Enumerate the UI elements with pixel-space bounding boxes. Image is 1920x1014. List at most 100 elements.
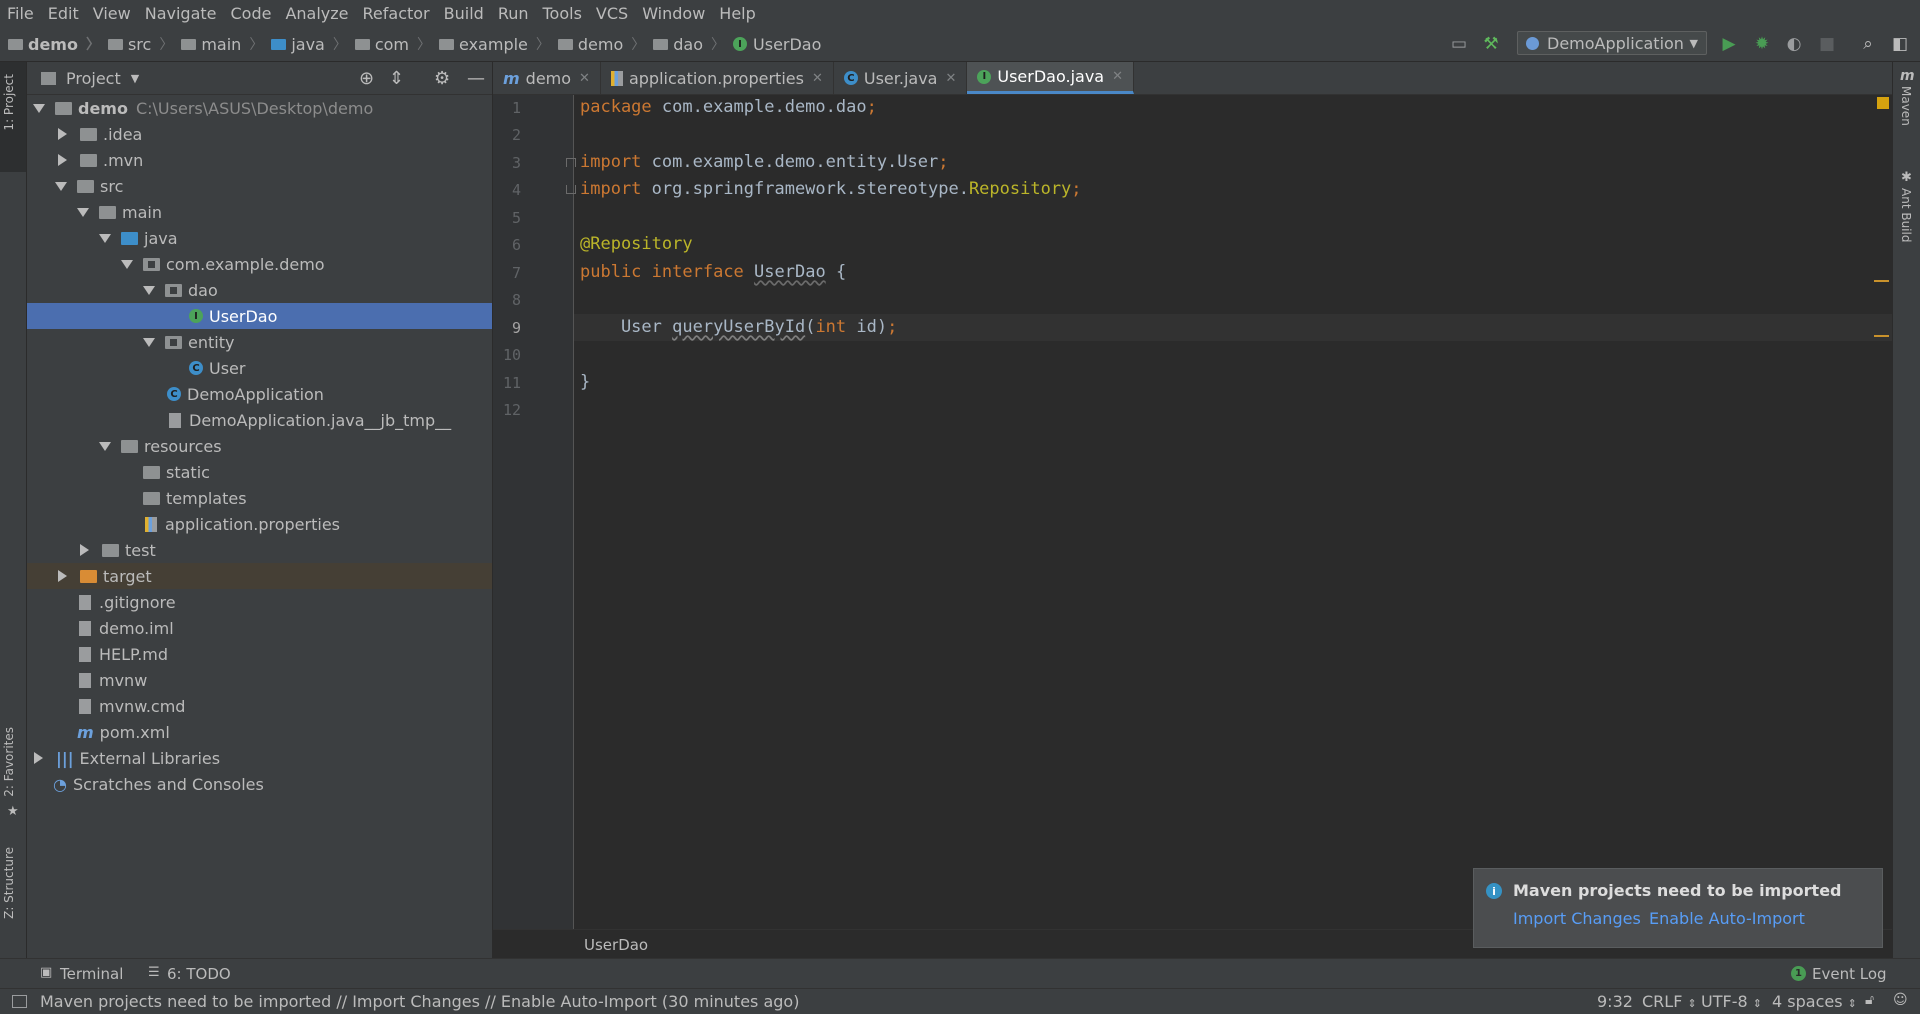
menu-analyze[interactable]: Analyze — [278, 0, 355, 27]
tree-item-idea[interactable]: .idea — [27, 121, 492, 147]
code-editor[interactable]: 1 2 3 4 5 6 7 8 9 10 11 12 package com.e… — [493, 95, 1892, 929]
inspector-icon[interactable]: ☺ — [1893, 992, 1908, 1008]
tree-item-demoapplication[interactable]: C DemoApplication — [27, 381, 492, 407]
toggle-tool-windows-icon[interactable] — [12, 995, 27, 1008]
collapse-all-icon[interactable]: ⇕ — [389, 68, 404, 89]
status-message[interactable]: Maven projects need to be imported // Im… — [40, 992, 799, 1011]
locate-icon[interactable]: ⊕ — [359, 68, 374, 89]
crumb-dao[interactable]: dao 〉 — [653, 34, 725, 54]
menu-navigate[interactable]: Navigate — [138, 0, 224, 27]
chevron-down-icon[interactable]: ▼ — [131, 72, 139, 85]
tree-item-test[interactable]: test — [27, 537, 492, 563]
fold-marker-icon[interactable] — [566, 158, 576, 167]
tree-item-external-libraries[interactable]: ||| External Libraries — [27, 745, 492, 771]
structure-crumb-userdao[interactable]: UserDao — [584, 936, 648, 954]
minimize-icon[interactable]: — — [467, 68, 485, 89]
project-view-title[interactable]: Project — [66, 69, 121, 88]
expand-arrow-icon[interactable] — [99, 233, 111, 243]
structure-tool-tab[interactable]: Z: Structure — [2, 847, 16, 919]
crumb-example[interactable]: example 〉 — [439, 34, 550, 54]
collapsed-arrow-icon[interactable] — [58, 570, 67, 582]
menu-vcs[interactable]: VCS — [589, 0, 635, 27]
tree-item-application-properties[interactable]: application.properties — [27, 511, 492, 537]
tree-item-target[interactable]: target — [27, 563, 492, 589]
tree-item-gitignore[interactable]: .gitignore — [27, 589, 492, 615]
crumb-src[interactable]: src 〉 — [107, 34, 173, 54]
warning-stripe-mark[interactable] — [1874, 335, 1889, 337]
tree-item-package-demo[interactable]: com.example.demo — [27, 251, 492, 277]
tab-application-properties[interactable]: application.properties ✕ — [601, 62, 834, 94]
close-icon[interactable]: ✕ — [579, 71, 590, 86]
project-structure-icon[interactable]: ▭ — [1449, 34, 1469, 54]
maven-tool-tab[interactable]: Maven — [1899, 86, 1913, 126]
menu-build[interactable]: Build — [437, 0, 491, 27]
tree-item-demo-iml[interactable]: demo.iml — [27, 615, 492, 641]
crumb-main[interactable]: main 〉 — [181, 34, 263, 54]
tree-item-resources[interactable]: resources — [27, 433, 492, 459]
run-configuration-select[interactable]: DemoApplication ▼ — [1517, 31, 1707, 55]
tree-item-mvn[interactable]: .mvn — [27, 147, 492, 173]
crumb-userdao[interactable]: I UserDao — [733, 35, 821, 54]
file-encoding[interactable]: UTF-8 ⇕ — [1701, 992, 1762, 1011]
close-icon[interactable]: ✕ — [812, 71, 823, 86]
tree-item-help-md[interactable]: HELP.md — [27, 641, 492, 667]
tree-item-dao[interactable]: dao — [27, 277, 492, 303]
terminal-tool-tab[interactable]: Terminal — [60, 965, 123, 983]
debug-icon[interactable]: ✹ — [1752, 34, 1772, 54]
expand-arrow-icon[interactable] — [77, 207, 89, 217]
search-icon[interactable]: ⌕ — [1858, 34, 1878, 54]
tree-item-userdao[interactable]: I UserDao — [27, 303, 492, 329]
gear-icon[interactable]: ⚙ — [434, 68, 450, 89]
crumb-demo[interactable]: demo 〉 — [8, 34, 100, 54]
build-hammer-icon[interactable]: ⚒ — [1481, 34, 1501, 54]
stop-icon[interactable]: ■ — [1817, 34, 1837, 54]
line-separator[interactable]: CRLF ⇕ — [1642, 992, 1697, 1011]
menu-view[interactable]: View — [86, 0, 138, 27]
todo-tool-tab[interactable]: 6: TODO — [167, 965, 231, 983]
coverage-icon[interactable]: ◐ — [1784, 34, 1804, 54]
run-icon[interactable]: ▶ — [1719, 34, 1739, 54]
collapsed-arrow-icon[interactable] — [58, 154, 67, 166]
import-changes-link[interactable]: Import Changes — [1513, 909, 1641, 928]
event-log-tool-tab[interactable]: Event Log — [1812, 965, 1887, 983]
favorites-tool-tab[interactable]: 2: Favorites — [2, 727, 16, 797]
tree-item-tmpfile[interactable]: DemoApplication.java__jb_tmp__ — [27, 407, 492, 433]
tree-item-pom-xml[interactable]: m pom.xml — [27, 719, 492, 745]
ant-build-tool-tab[interactable]: Ant Build — [1899, 188, 1913, 242]
menu-file[interactable]: File — [0, 0, 41, 27]
expand-arrow-icon[interactable] — [143, 337, 155, 347]
crumb-com[interactable]: com 〉 — [354, 34, 431, 54]
tab-demo[interactable]: m demo ✕ — [493, 62, 601, 94]
tree-item-main[interactable]: main — [27, 199, 492, 225]
menu-window[interactable]: Window — [635, 0, 712, 27]
enable-auto-import-link[interactable]: Enable Auto-Import — [1649, 909, 1805, 928]
fold-marker-icon[interactable] — [566, 185, 576, 194]
expand-arrow-icon[interactable] — [99, 441, 111, 451]
sidebar-toggle-icon[interactable]: ◧ — [1890, 34, 1910, 54]
crumb-java[interactable]: java 〉 — [271, 34, 347, 54]
tree-item-static[interactable]: static — [27, 459, 492, 485]
tab-userdao-java[interactable]: I UserDao.java ✕ — [967, 62, 1134, 94]
tree-item-src[interactable]: src — [27, 173, 492, 199]
expand-arrow-icon[interactable] — [121, 259, 133, 269]
tree-item-mvnw-cmd[interactable]: mvnw.cmd — [27, 693, 492, 719]
menu-tools[interactable]: Tools — [536, 0, 589, 27]
tree-item-mvnw[interactable]: mvnw — [27, 667, 492, 693]
close-icon[interactable]: ✕ — [945, 71, 956, 86]
crumb-demo-pkg[interactable]: demo 〉 — [557, 34, 645, 54]
inspection-warning-icon[interactable] — [1877, 97, 1889, 109]
tree-item-java[interactable]: java — [27, 225, 492, 251]
close-icon[interactable]: ✕ — [1112, 69, 1123, 84]
warning-stripe-mark[interactable] — [1874, 280, 1889, 282]
tree-item-templates[interactable]: templates — [27, 485, 492, 511]
expand-arrow-icon[interactable] — [143, 285, 155, 295]
collapsed-arrow-icon[interactable] — [80, 544, 89, 556]
menu-edit[interactable]: Edit — [41, 0, 86, 27]
menu-code[interactable]: Code — [224, 0, 279, 27]
project-tool-tab[interactable]: 1: Project — [2, 74, 16, 131]
caret-position[interactable]: 9:32 — [1597, 992, 1633, 1011]
menu-refactor[interactable]: Refactor — [356, 0, 437, 27]
tree-item-user[interactable]: C User — [27, 355, 492, 381]
tree-item-scratches[interactable]: ◔ Scratches and Consoles — [27, 771, 492, 797]
menu-run[interactable]: Run — [491, 0, 536, 27]
